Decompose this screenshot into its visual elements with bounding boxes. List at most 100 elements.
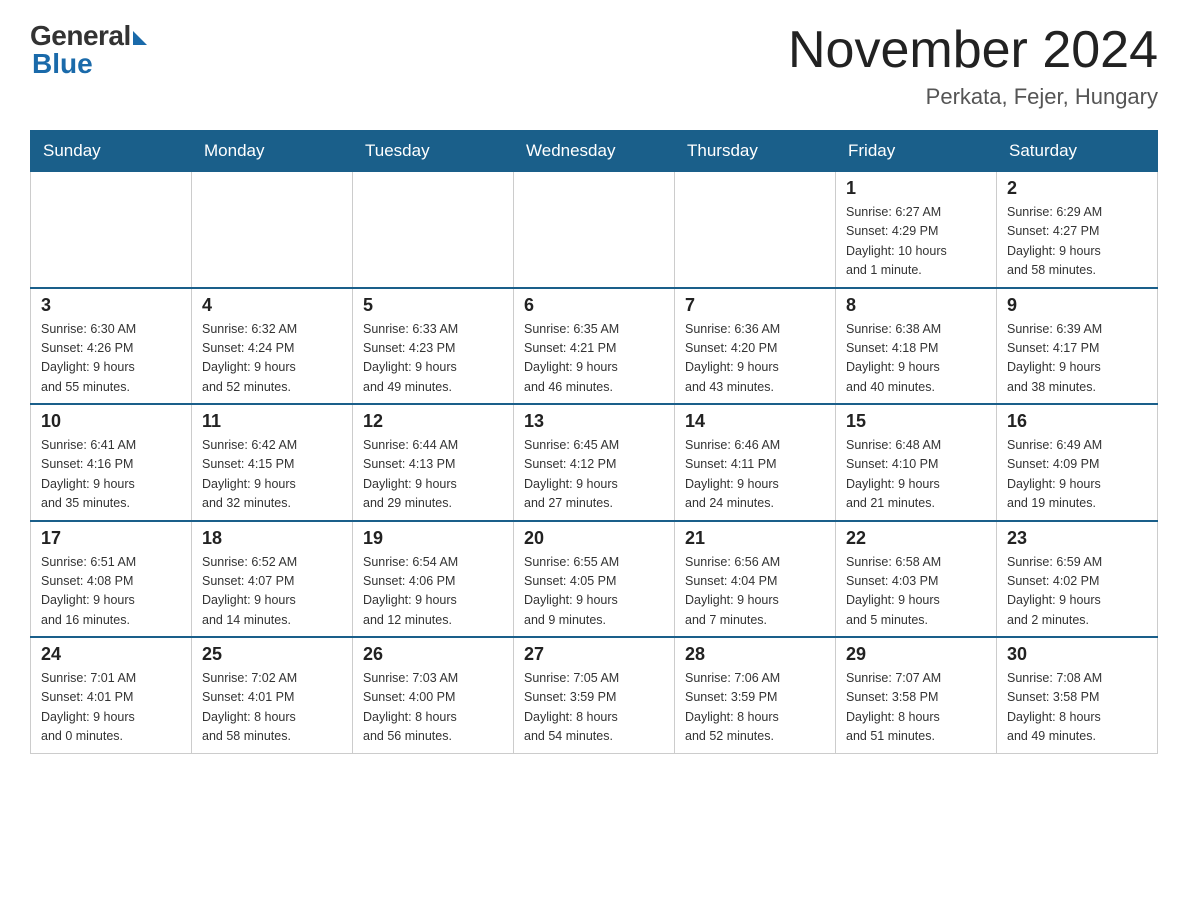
calendar-cell: 19 Sunrise: 6:54 AMSunset: 4:06 PMDayligh… (353, 521, 514, 638)
calendar-cell: 28 Sunrise: 7:06 AMSunset: 3:59 PMDayligh… (675, 637, 836, 753)
calendar-cell (192, 172, 353, 288)
calendar-cell: 2 Sunrise: 6:29 AMSunset: 4:27 PMDaylight… (997, 172, 1158, 288)
day-info: Sunrise: 6:38 AMSunset: 4:18 PMDaylight:… (846, 320, 986, 398)
day-info: Sunrise: 6:52 AMSunset: 4:07 PMDaylight:… (202, 553, 342, 631)
calendar-week-row: 17Sunrise: 6:51 AMSunset: 4:08 PMDayligh… (31, 521, 1158, 638)
day-info: Sunrise: 6:35 AMSunset: 4:21 PMDaylight:… (524, 320, 664, 398)
day-number: 26 (363, 644, 503, 665)
calendar-cell: 8 Sunrise: 6:38 AMSunset: 4:18 PMDaylight… (836, 288, 997, 405)
day-number: 11 (202, 411, 342, 432)
day-number: 15 (846, 411, 986, 432)
day-number: 22 (846, 528, 986, 549)
calendar-cell (31, 172, 192, 288)
day-number: 2 (1007, 178, 1147, 199)
calendar-cell: 12 Sunrise: 6:44 AMSunset: 4:13 PMDayligh… (353, 404, 514, 521)
day-info: Sunrise: 6:30 AMSunset: 4:26 PMDaylight:… (41, 320, 181, 398)
day-info: Sunrise: 6:32 AMSunset: 4:24 PMDaylight:… (202, 320, 342, 398)
calendar-week-row: 10 Sunrise: 6:41 AMSunset: 4:16 PMDayligh… (31, 404, 1158, 521)
day-info: Sunrise: 6:56 AMSunset: 4:04 PMDaylight:… (685, 553, 825, 631)
day-info: Sunrise: 7:02 AMSunset: 4:01 PMDaylight:… (202, 669, 342, 747)
header-wednesday: Wednesday (514, 131, 675, 172)
day-info: Sunrise: 6:48 AMSunset: 4:10 PMDaylight:… (846, 436, 986, 514)
day-info: Sunrise: 6:58 AMSunset: 4:03 PMDaylight:… (846, 553, 986, 631)
logo-triangle-icon (133, 31, 147, 45)
day-info: Sunrise: 6:29 AMSunset: 4:27 PMDaylight:… (1007, 203, 1147, 281)
day-number: 20 (524, 528, 664, 549)
day-info: Sunrise: 6:49 AMSunset: 4:09 PMDaylight:… (1007, 436, 1147, 514)
calendar-header-row: SundayMondayTuesdayWednesdayThursdayFrid… (31, 131, 1158, 172)
calendar-cell: 30 Sunrise: 7:08 AMSunset: 3:58 PMDayligh… (997, 637, 1158, 753)
day-info: Sunrise: 6:42 AMSunset: 4:15 PMDaylight:… (202, 436, 342, 514)
calendar-cell: 3Sunrise: 6:30 AMSunset: 4:26 PMDaylight… (31, 288, 192, 405)
day-number: 30 (1007, 644, 1147, 665)
calendar-cell: 15 Sunrise: 6:48 AMSunset: 4:10 PMDayligh… (836, 404, 997, 521)
calendar-cell: 17Sunrise: 6:51 AMSunset: 4:08 PMDayligh… (31, 521, 192, 638)
calendar-cell: 23 Sunrise: 6:59 AMSunset: 4:02 PMDayligh… (997, 521, 1158, 638)
day-info: Sunrise: 6:54 AMSunset: 4:06 PMDaylight:… (363, 553, 503, 631)
day-number: 1 (846, 178, 986, 199)
day-info: Sunrise: 7:01 AMSunset: 4:01 PMDaylight:… (41, 669, 181, 747)
day-number: 29 (846, 644, 986, 665)
header-friday: Friday (836, 131, 997, 172)
logo-blue-text: Blue (32, 48, 93, 80)
day-number: 14 (685, 411, 825, 432)
day-info: Sunrise: 7:05 AMSunset: 3:59 PMDaylight:… (524, 669, 664, 747)
title-section: November 2024 Perkata, Fejer, Hungary (788, 20, 1158, 110)
day-number: 17 (41, 528, 181, 549)
calendar-cell: 22 Sunrise: 6:58 AMSunset: 4:03 PMDayligh… (836, 521, 997, 638)
header-sunday: Sunday (31, 131, 192, 172)
day-info: Sunrise: 7:03 AMSunset: 4:00 PMDaylight:… (363, 669, 503, 747)
day-info: Sunrise: 6:45 AMSunset: 4:12 PMDaylight:… (524, 436, 664, 514)
calendar-cell: 7 Sunrise: 6:36 AMSunset: 4:20 PMDaylight… (675, 288, 836, 405)
calendar-cell: 26 Sunrise: 7:03 AMSunset: 4:00 PMDayligh… (353, 637, 514, 753)
day-info: Sunrise: 6:46 AMSunset: 4:11 PMDaylight:… (685, 436, 825, 514)
calendar-subtitle: Perkata, Fejer, Hungary (788, 84, 1158, 110)
calendar-cell: 24 Sunrise: 7:01 AMSunset: 4:01 PMDayligh… (31, 637, 192, 753)
calendar-cell: 14 Sunrise: 6:46 AMSunset: 4:11 PMDayligh… (675, 404, 836, 521)
day-number: 7 (685, 295, 825, 316)
day-number: 28 (685, 644, 825, 665)
header-tuesday: Tuesday (353, 131, 514, 172)
day-number: 16 (1007, 411, 1147, 432)
day-info: Sunrise: 6:36 AMSunset: 4:20 PMDaylight:… (685, 320, 825, 398)
header-monday: Monday (192, 131, 353, 172)
day-info: Sunrise: 6:44 AMSunset: 4:13 PMDaylight:… (363, 436, 503, 514)
day-info: Sunrise: 7:08 AMSunset: 3:58 PMDaylight:… (1007, 669, 1147, 747)
header-thursday: Thursday (675, 131, 836, 172)
calendar-cell (514, 172, 675, 288)
calendar-cell: 25 Sunrise: 7:02 AMSunset: 4:01 PMDayligh… (192, 637, 353, 753)
calendar-cell: 6 Sunrise: 6:35 AMSunset: 4:21 PMDaylight… (514, 288, 675, 405)
day-number: 24 (41, 644, 181, 665)
day-number: 8 (846, 295, 986, 316)
day-info: Sunrise: 7:06 AMSunset: 3:59 PMDaylight:… (685, 669, 825, 747)
calendar-cell: 27 Sunrise: 7:05 AMSunset: 3:59 PMDayligh… (514, 637, 675, 753)
day-info: Sunrise: 6:41 AMSunset: 4:16 PMDaylight:… (41, 436, 181, 514)
header-saturday: Saturday (997, 131, 1158, 172)
day-info: Sunrise: 6:39 AMSunset: 4:17 PMDaylight:… (1007, 320, 1147, 398)
day-info: Sunrise: 6:55 AMSunset: 4:05 PMDaylight:… (524, 553, 664, 631)
day-info: Sunrise: 6:59 AMSunset: 4:02 PMDaylight:… (1007, 553, 1147, 631)
calendar-cell: 11 Sunrise: 6:42 AMSunset: 4:15 PMDayligh… (192, 404, 353, 521)
day-number: 9 (1007, 295, 1147, 316)
day-number: 12 (363, 411, 503, 432)
day-number: 27 (524, 644, 664, 665)
day-number: 4 (202, 295, 342, 316)
day-number: 18 (202, 528, 342, 549)
calendar-cell: 21Sunrise: 6:56 AMSunset: 4:04 PMDayligh… (675, 521, 836, 638)
calendar-week-row: 3Sunrise: 6:30 AMSunset: 4:26 PMDaylight… (31, 288, 1158, 405)
calendar-cell: 10 Sunrise: 6:41 AMSunset: 4:16 PMDayligh… (31, 404, 192, 521)
calendar-cell: 16 Sunrise: 6:49 AMSunset: 4:09 PMDayligh… (997, 404, 1158, 521)
day-number: 10 (41, 411, 181, 432)
day-number: 6 (524, 295, 664, 316)
calendar-cell: 29Sunrise: 7:07 AMSunset: 3:58 PMDayligh… (836, 637, 997, 753)
day-number: 25 (202, 644, 342, 665)
calendar-week-row: 1Sunrise: 6:27 AMSunset: 4:29 PMDaylight… (31, 172, 1158, 288)
calendar-table: SundayMondayTuesdayWednesdayThursdayFrid… (30, 130, 1158, 754)
calendar-cell (675, 172, 836, 288)
day-number: 13 (524, 411, 664, 432)
day-info: Sunrise: 6:33 AMSunset: 4:23 PMDaylight:… (363, 320, 503, 398)
day-number: 23 (1007, 528, 1147, 549)
day-number: 19 (363, 528, 503, 549)
calendar-cell: 18 Sunrise: 6:52 AMSunset: 4:07 PMDayligh… (192, 521, 353, 638)
calendar-cell: 13 Sunrise: 6:45 AMSunset: 4:12 PMDayligh… (514, 404, 675, 521)
